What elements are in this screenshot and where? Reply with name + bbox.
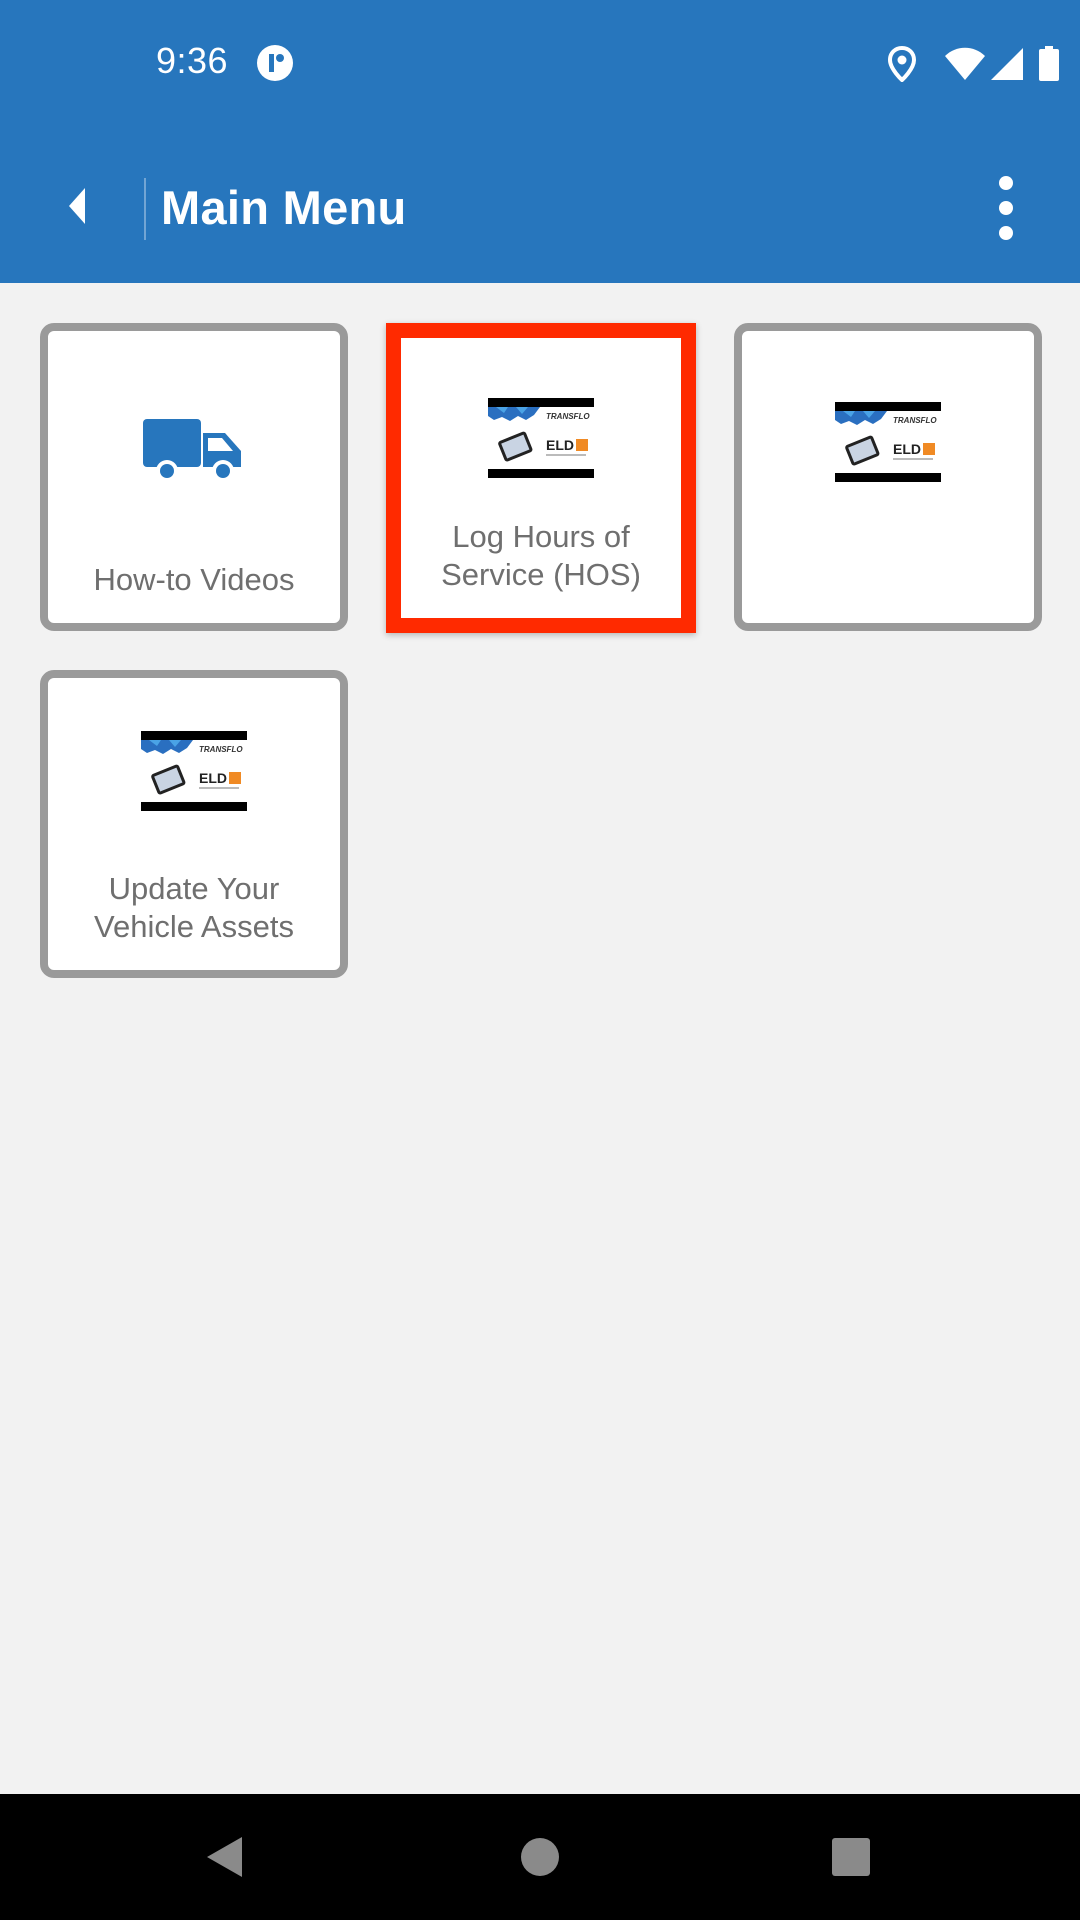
location-icon [888,46,916,82]
transflo-eld-logo [488,398,594,478]
tile-label: How-to Videos [93,562,295,597]
tile-label: Log Hours of Service (HOS) [441,519,641,592]
tile-log-hours-of-service[interactable]: Log Hours of Service (HOS) [386,323,696,633]
page-title: Main Menu [161,181,407,234]
transflo-eld-logo [141,731,247,811]
nav-recents-button[interactable] [818,1824,884,1890]
tile-how-to-videos[interactable]: How-to Videos [40,323,348,631]
nav-home-button[interactable] [507,1824,573,1890]
app-notification-icon [257,45,293,81]
tile-update-vehicle-assets[interactable]: Update Your Vehicle Assets [40,670,348,978]
tile-unlabeled-eld[interactable] [734,323,1042,631]
status-bar: 9:36 [0,0,1080,130]
cell-signal-icon [991,48,1023,80]
transflo-eld-logo [835,402,941,482]
nav-recents-icon [832,1838,870,1876]
nav-back-button[interactable] [192,1824,258,1890]
chevron-left-icon [69,188,85,224]
battery-icon [1039,46,1059,81]
system-nav-bar [0,1794,1080,1920]
overflow-menu-button[interactable] [966,166,1046,250]
more-vert-icon [999,176,1013,240]
truck-icon [143,419,241,482]
nav-back-icon [207,1837,242,1877]
nav-home-icon [521,1838,559,1876]
status-time: 9:36 [156,40,229,81]
app-bar: Main Menu [0,130,1080,283]
app-bar-divider [144,178,146,240]
back-button[interactable] [44,174,108,238]
tile-label: Update Your Vehicle Assets [94,871,294,944]
wifi-icon [945,47,985,80]
